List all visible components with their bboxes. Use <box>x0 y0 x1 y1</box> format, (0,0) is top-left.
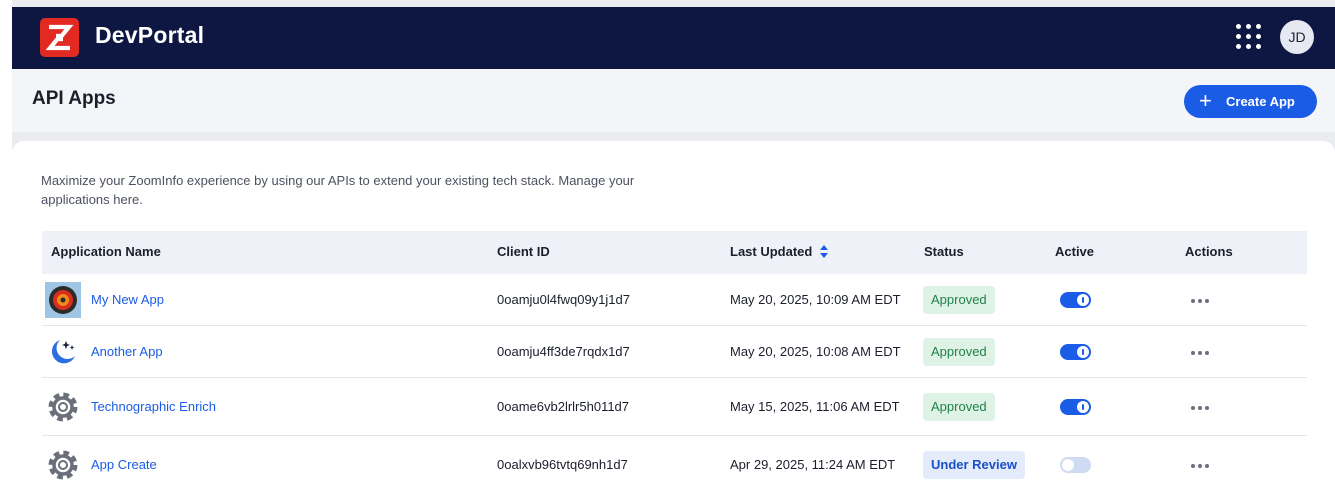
client-id: 0oamju4ff3de7rqdx1d7 <box>497 344 630 359</box>
user-avatar[interactable]: JD <box>1280 20 1314 54</box>
page: DevPortal JD API Apps + Create App Maxim… <box>0 0 1335 498</box>
window-edge <box>0 0 12 498</box>
more-actions-icon[interactable] <box>1191 458 1213 472</box>
toggle-knob <box>1062 459 1074 471</box>
create-app-button[interactable]: + Create App <box>1184 85 1317 118</box>
page-header: API Apps + Create App <box>12 69 1335 132</box>
target-logo-icon <box>45 282 81 318</box>
page-title: API Apps <box>32 88 116 109</box>
column-header-last-updated-label: Last Updated <box>730 244 813 259</box>
status-badge: Approved <box>923 286 995 314</box>
more-actions-icon[interactable] <box>1191 293 1213 307</box>
more-actions-icon[interactable] <box>1191 345 1213 359</box>
column-header-client-id: Client ID <box>497 244 550 259</box>
table-row[interactable]: App Create 0oalxvb96tvtq69nh1d7 Apr 29, … <box>42 436 1307 494</box>
status-badge: Approved <box>923 338 995 366</box>
gear-icon <box>45 447 81 483</box>
active-toggle[interactable] <box>1060 344 1091 360</box>
top-navbar: DevPortal JD <box>12 7 1335 69</box>
last-updated: May 20, 2025, 10:08 AM EDT <box>730 344 901 359</box>
column-header-active: Active <box>1055 244 1095 259</box>
active-toggle[interactable] <box>1060 457 1091 473</box>
moon-stars-logo-icon <box>45 334 81 370</box>
toggle-knob <box>1077 346 1089 358</box>
app-launcher-icon[interactable] <box>1236 24 1262 50</box>
apps-card: Maximize your ZoomInfo experience by usi… <box>12 141 1335 498</box>
column-header-application-name: Application Name <box>51 244 161 259</box>
last-updated: May 20, 2025, 10:09 AM EDT <box>730 292 901 307</box>
status-badge: Approved <box>923 393 995 421</box>
more-actions-icon[interactable] <box>1191 400 1213 414</box>
brand-name[interactable]: DevPortal <box>95 22 204 49</box>
column-header-actions: Actions <box>1185 244 1233 259</box>
client-id: 0oamju0l4fwq09y1j1d7 <box>497 292 630 307</box>
zoominfo-logo-icon[interactable] <box>40 18 79 57</box>
toggle-knob <box>1077 401 1089 413</box>
client-id: 0oalxvb96tvtq69nh1d7 <box>497 457 628 472</box>
app-name-link[interactable]: App Create <box>91 457 157 472</box>
last-updated: May 15, 2025, 11:06 AM EDT <box>730 399 900 414</box>
active-toggle[interactable] <box>1060 399 1091 415</box>
create-app-label: Create App <box>1226 94 1295 109</box>
last-updated: Apr 29, 2025, 11:24 AM EDT <box>730 457 896 472</box>
gear-icon <box>45 389 81 425</box>
app-name-link[interactable]: Technographic Enrich <box>91 399 216 414</box>
column-header-last-updated[interactable]: Last Updated <box>730 244 829 259</box>
column-header-status: Status <box>924 244 964 259</box>
table-header: Application Name Client ID Last Updated … <box>42 231 1307 274</box>
apps-table: Application Name Client ID Last Updated … <box>42 231 1307 494</box>
table-row[interactable]: Another App 0oamju4ff3de7rqdx1d7 May 20,… <box>42 326 1307 378</box>
app-name-link[interactable]: My New App <box>91 292 164 307</box>
page-description: Maximize your ZoomInfo experience by usi… <box>41 173 635 207</box>
toggle-knob <box>1077 294 1089 306</box>
sort-icon[interactable] <box>820 245 829 258</box>
client-id: 0oame6vb2lrlr5h011d7 <box>497 399 630 414</box>
plus-icon: + <box>1199 88 1212 113</box>
active-toggle[interactable] <box>1060 292 1091 308</box>
status-badge: Under Review <box>923 451 1025 479</box>
table-row[interactable]: Technographic Enrich 0oame6vb2lrlr5h011d… <box>42 378 1307 436</box>
table-row[interactable]: My New App 0oamju0l4fwq09y1j1d7 May 20, … <box>42 274 1307 326</box>
app-name-link[interactable]: Another App <box>91 344 163 359</box>
